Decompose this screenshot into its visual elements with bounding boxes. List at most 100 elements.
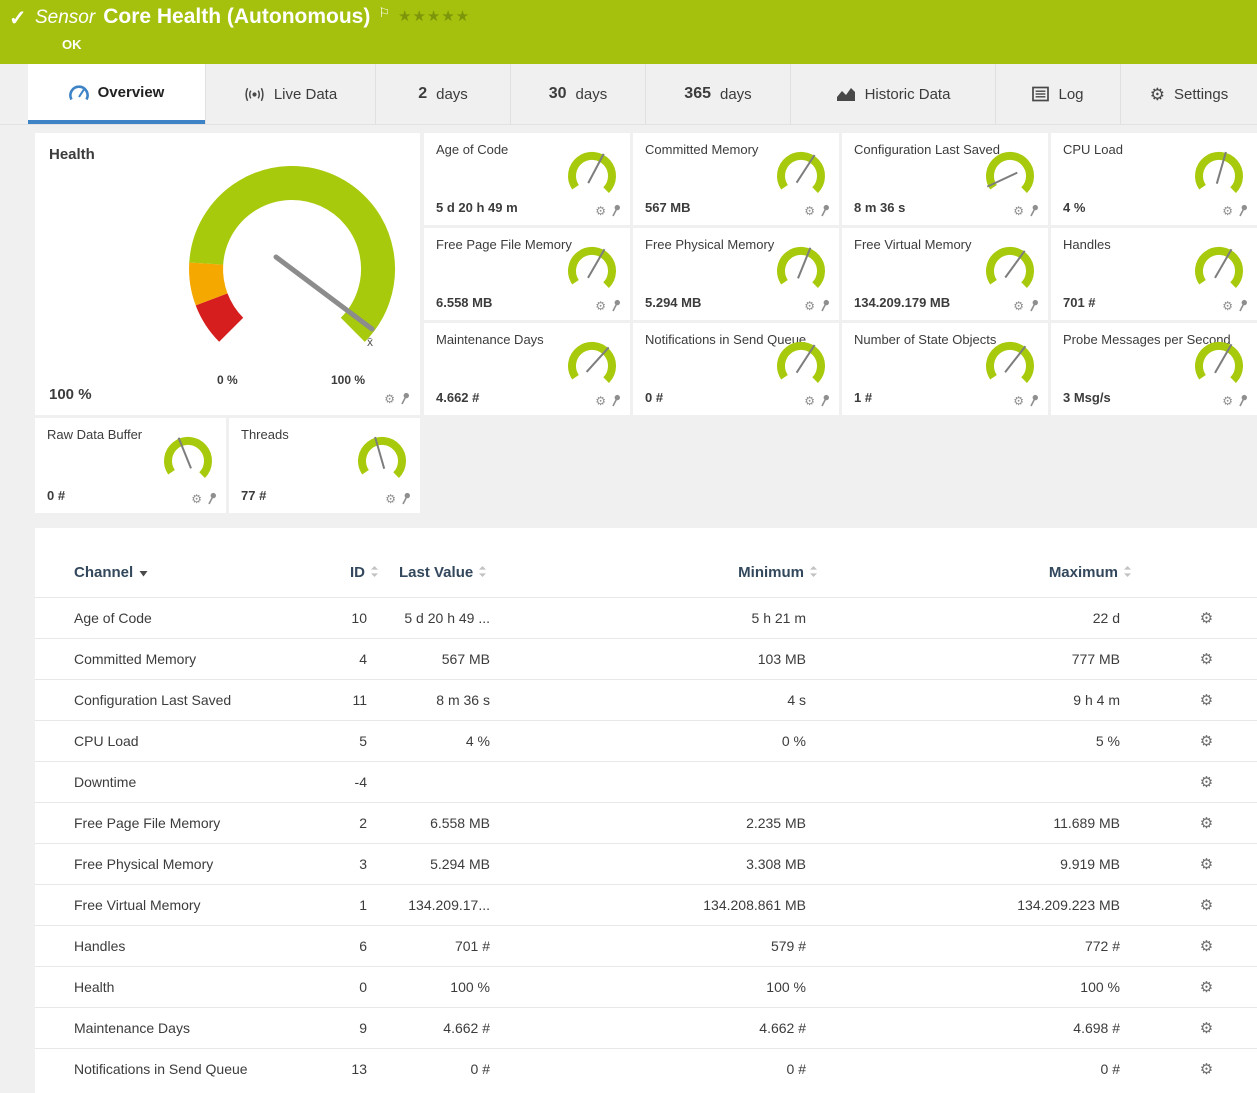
pin-icon[interactable] xyxy=(1029,204,1039,217)
column-header-maximum[interactable]: Maximum xyxy=(840,564,1156,598)
channel-settings-gear-icon[interactable]: ⚙ xyxy=(1200,1020,1213,1037)
channel-settings-gear-icon[interactable]: ⚙ xyxy=(1200,815,1213,832)
gauge-dial xyxy=(772,149,830,203)
gauge-card[interactable]: Configuration Last Saved8 m 36 s⚙ xyxy=(842,133,1048,225)
tab-label: Overview xyxy=(98,84,165,101)
pin-icon[interactable] xyxy=(611,299,621,312)
gauge-value: 5.294 MB xyxy=(645,295,701,310)
channel-last-value: 701 # xyxy=(397,926,522,967)
flag-icon[interactable]: ⚐ xyxy=(378,5,390,21)
channel-settings-gear-icon[interactable]: ⚙ xyxy=(1200,692,1213,709)
gauge-card-icons: ⚙ xyxy=(804,204,830,217)
gear-icon[interactable]: ⚙ xyxy=(1222,395,1233,407)
gear-icon[interactable]: ⚙ xyxy=(1013,300,1024,312)
gauge-card[interactable]: Free Virtual Memory134.209.179 MB⚙ xyxy=(842,228,1048,320)
pin-icon[interactable] xyxy=(611,204,621,217)
gear-icon[interactable]: ⚙ xyxy=(595,205,606,217)
gauges-section: Health 0 % 100 % x̄ 100 % ⚙ Age of Code5… xyxy=(35,133,1257,415)
priority-stars[interactable]: ★★★★★ xyxy=(398,7,470,25)
gauge-card[interactable]: Threads77 #⚙ xyxy=(229,418,420,513)
channel-minimum: 4.662 # xyxy=(522,1008,840,1049)
gear-icon[interactable]: ⚙ xyxy=(804,205,815,217)
sensor-kind-label: Sensor xyxy=(35,4,95,29)
gauge-card[interactable]: Age of Code5 d 20 h 49 m⚙ xyxy=(424,133,630,225)
tab-label: days xyxy=(720,86,752,103)
channel-minimum: 2.235 MB xyxy=(522,803,840,844)
gauge-card[interactable]: Notifications in Send Queue0 #⚙ xyxy=(633,323,839,415)
tab-number: 365 xyxy=(684,85,711,103)
channel-name: Notifications in Send Queue xyxy=(35,1049,325,1090)
tab-log[interactable]: Log xyxy=(995,64,1120,124)
gauge-card[interactable]: Probe Messages per Second3 Msg/s⚙ xyxy=(1051,323,1257,415)
pin-icon[interactable] xyxy=(1238,394,1248,407)
tab-365-days[interactable]: 365 days xyxy=(645,64,790,124)
channel-minimum: 0 % xyxy=(522,721,840,762)
channel-settings-gear-icon[interactable]: ⚙ xyxy=(1200,733,1213,750)
gear-icon[interactable]: ⚙ xyxy=(595,300,606,312)
pin-icon[interactable] xyxy=(611,394,621,407)
channel-id: 4 xyxy=(325,639,397,680)
gauge-card[interactable]: CPU Load4 %⚙ xyxy=(1051,133,1257,225)
channel-row: Maintenance Days94.662 #4.662 #4.698 #⚙ xyxy=(35,1008,1257,1049)
gauge-dial xyxy=(981,244,1039,298)
gauge-card[interactable]: Maintenance Days4.662 #⚙ xyxy=(424,323,630,415)
gauge-card[interactable]: Number of State Objects1 #⚙ xyxy=(842,323,1048,415)
channel-settings-gear-icon[interactable]: ⚙ xyxy=(1200,651,1213,668)
tab-label: Settings xyxy=(1174,86,1228,103)
pin-icon[interactable] xyxy=(1029,394,1039,407)
gauge-card[interactable]: Free Physical Memory5.294 MB⚙ xyxy=(633,228,839,320)
sort-icon xyxy=(1123,565,1132,582)
pin-icon[interactable] xyxy=(207,492,217,505)
gauge-card[interactable]: Raw Data Buffer0 #⚙ xyxy=(35,418,226,513)
tab-30-days[interactable]: 30days xyxy=(510,64,645,124)
column-header-id[interactable]: ID xyxy=(325,564,397,598)
channel-settings-gear-icon[interactable]: ⚙ xyxy=(1200,979,1213,996)
gauge-dial xyxy=(772,339,830,393)
gear-icon[interactable]: ⚙ xyxy=(804,395,815,407)
pin-icon[interactable] xyxy=(400,392,410,405)
pin-icon[interactable] xyxy=(1238,299,1248,312)
channel-name: Maintenance Days xyxy=(35,1008,325,1049)
health-gauge-card[interactable]: Health 0 % 100 % x̄ 100 % ⚙ xyxy=(35,133,420,415)
pin-icon[interactable] xyxy=(820,299,830,312)
tab-2-days[interactable]: 2days xyxy=(375,64,510,124)
channel-settings-gear-icon[interactable]: ⚙ xyxy=(1200,774,1213,791)
gear-icon[interactable]: ⚙ xyxy=(1222,205,1233,217)
channel-last-value: 134.209.17... xyxy=(397,885,522,926)
pin-icon[interactable] xyxy=(1238,204,1248,217)
channel-settings-gear-icon[interactable]: ⚙ xyxy=(1200,897,1213,914)
column-header-channel[interactable]: Channel xyxy=(35,564,325,598)
channel-settings-gear-icon[interactable]: ⚙ xyxy=(1200,610,1213,627)
pin-icon[interactable] xyxy=(401,492,411,505)
gear-icon[interactable]: ⚙ xyxy=(1013,395,1024,407)
gear-icon[interactable]: ⚙ xyxy=(385,493,396,505)
gear-icon[interactable]: ⚙ xyxy=(191,493,202,505)
gauge-card[interactable]: Handles701 #⚙ xyxy=(1051,228,1257,320)
tab-live-data[interactable]: Live Data xyxy=(205,64,375,124)
channel-minimum: 579 # xyxy=(522,926,840,967)
column-header-last-value[interactable]: Last Value xyxy=(397,564,522,598)
column-header-minimum[interactable]: Minimum xyxy=(522,564,840,598)
channel-row: Health0100 %100 %100 %⚙ xyxy=(35,967,1257,1008)
channel-settings-gear-icon[interactable]: ⚙ xyxy=(1200,1061,1213,1078)
gear-icon[interactable]: ⚙ xyxy=(595,395,606,407)
gauge-card[interactable]: Committed Memory567 MB⚙ xyxy=(633,133,839,225)
gauge-title: Configuration Last Saved xyxy=(854,142,1002,158)
gear-icon[interactable]: ⚙ xyxy=(384,393,395,405)
tab-overview[interactable]: Overview xyxy=(28,64,205,124)
pin-icon[interactable] xyxy=(1029,299,1039,312)
channel-settings-gear-icon[interactable]: ⚙ xyxy=(1200,938,1213,955)
gauge-title: Threads xyxy=(241,427,291,443)
tab-historic-data[interactable]: Historic Data xyxy=(790,64,995,124)
tab-number: 2 xyxy=(418,85,427,103)
channel-settings-gear-icon[interactable]: ⚙ xyxy=(1200,856,1213,873)
gear-icon: ⚙ xyxy=(1150,86,1165,103)
gauge-card[interactable]: Free Page File Memory6.558 MB⚙ xyxy=(424,228,630,320)
gear-icon[interactable]: ⚙ xyxy=(1013,205,1024,217)
tab-settings[interactable]: ⚙ Settings xyxy=(1120,64,1257,124)
channel-last-value: 4.662 # xyxy=(397,1008,522,1049)
pin-icon[interactable] xyxy=(820,394,830,407)
gear-icon[interactable]: ⚙ xyxy=(1222,300,1233,312)
gear-icon[interactable]: ⚙ xyxy=(804,300,815,312)
pin-icon[interactable] xyxy=(820,204,830,217)
